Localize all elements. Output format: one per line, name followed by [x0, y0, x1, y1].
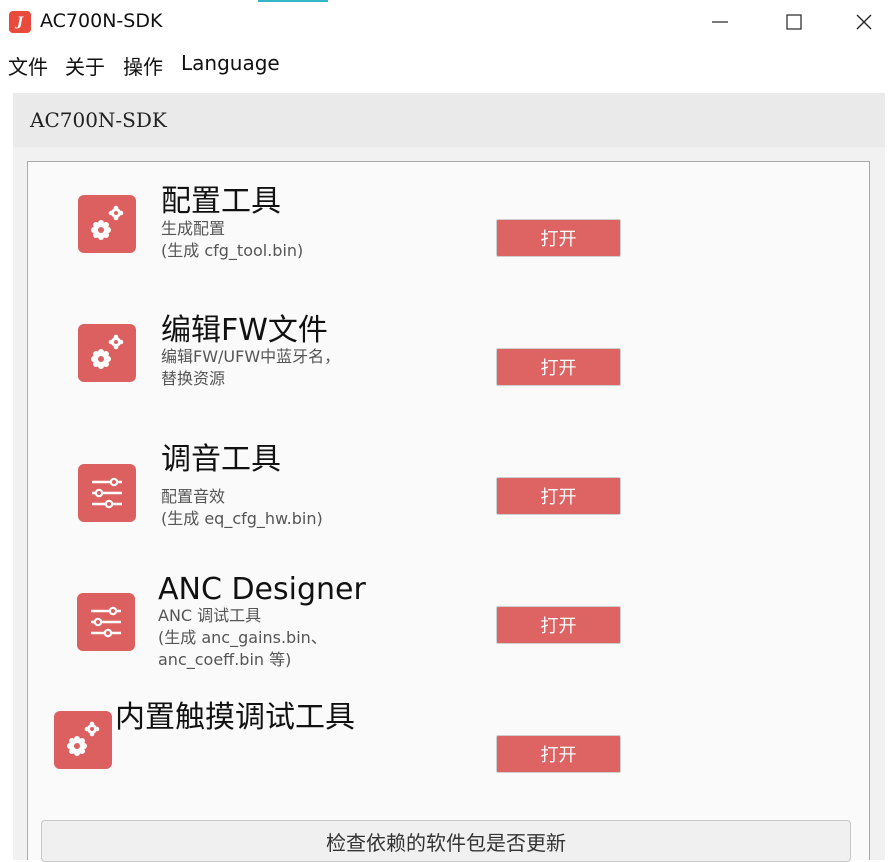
app-logo-icon: J: [9, 11, 31, 33]
menu-language[interactable]: Language: [181, 51, 280, 75]
maximize-icon: [786, 14, 802, 30]
tool-desc-line: 生成配置: [161, 219, 226, 238]
open-anc-designer-button[interactable]: 打开: [496, 606, 621, 644]
tool-title-config: 配置工具: [161, 184, 281, 219]
gears-icon: [78, 324, 136, 382]
tool-desc-edit-fw: 编辑FW/UFW中蓝牙名， 替换资源: [161, 346, 340, 390]
minimize-icon: [712, 21, 728, 23]
menu-about[interactable]: 关于: [65, 51, 105, 80]
menu-bar: 文件 关于 操作 Language: [0, 44, 896, 84]
title-bar: J AC700N-SDK: [0, 0, 896, 44]
title-bar-accent: [258, 0, 328, 2]
menu-operations[interactable]: 操作: [123, 51, 163, 80]
tool-title-edit-fw: 编辑FW文件: [161, 313, 328, 348]
gears-icon: [78, 195, 136, 253]
open-config-tool-button[interactable]: 打开: [496, 219, 621, 257]
tool-title-touch-debug: 内置触摸调试工具: [115, 700, 355, 735]
tool-desc-config: 生成配置 (生成 cfg_tool.bin): [161, 218, 303, 262]
sliders-icon: [78, 464, 136, 522]
maximize-button[interactable]: [770, 7, 816, 37]
minimize-button[interactable]: [696, 7, 742, 37]
sliders-icon: [77, 593, 135, 651]
open-tuning-tool-button[interactable]: 打开: [496, 477, 621, 515]
tool-desc-line: (生成 cfg_tool.bin): [161, 241, 304, 260]
tool-desc-line: ANC 调试工具: [158, 606, 262, 625]
window-title: AC700N-SDK: [40, 10, 163, 32]
tool-desc-line: (生成 eq_cfg_hw.bin): [161, 509, 323, 528]
close-icon: [856, 14, 872, 30]
tool-desc-line: 编辑FW/UFW中蓝牙名，: [161, 347, 341, 366]
gears-icon: [54, 711, 112, 769]
panel-title: AC700N-SDK: [30, 108, 167, 132]
tool-desc-anc-designer: ANC 调试工具 (生成 anc_gains.bin、 anc_coeff.bi…: [158, 605, 327, 671]
close-button[interactable]: [841, 7, 887, 37]
tool-desc-line: 替换资源: [161, 369, 226, 388]
menu-file[interactable]: 文件: [8, 51, 48, 80]
tools-group: [27, 161, 870, 860]
tool-desc-tuning: 配置音效 (生成 eq_cfg_hw.bin): [161, 486, 323, 530]
tool-desc-line: (生成 anc_gains.bin、: [158, 628, 327, 647]
tool-desc-line: anc_coeff.bin 等): [158, 650, 292, 669]
tool-title-anc-designer: ANC Designer: [158, 572, 366, 607]
tool-desc-line: 配置音效: [161, 487, 226, 506]
open-edit-fw-button[interactable]: 打开: [496, 348, 621, 386]
tool-title-tuning: 调音工具: [161, 442, 281, 477]
panel-header: AC700N-SDK: [13, 93, 885, 147]
open-touch-debug-button[interactable]: 打开: [496, 735, 621, 773]
check-updates-button[interactable]: 检查依赖的软件包是否更新: [41, 820, 851, 862]
